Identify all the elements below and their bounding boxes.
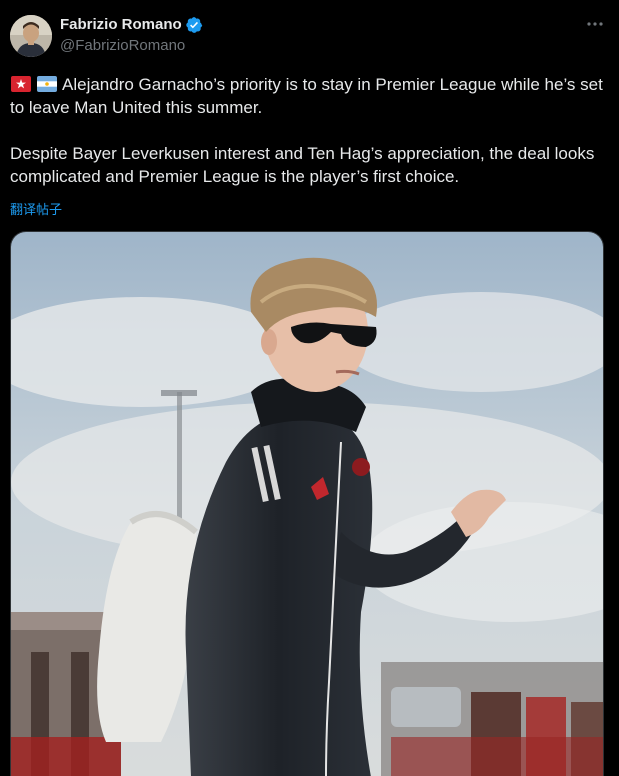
author-name-row[interactable]: Fabrizio Romano	[60, 16, 203, 34]
more-options-button[interactable]	[585, 14, 605, 34]
verified-badge-icon	[185, 17, 202, 33]
more-horizontal-icon	[587, 22, 603, 26]
author-name[interactable]: Fabrizio Romano	[60, 16, 182, 34]
tweet: Fabrizio Romano @FabrizioRomano Alejandr…	[0, 0, 619, 776]
author-handle[interactable]: @FabrizioRomano	[60, 37, 185, 55]
tweet-photo[interactable]	[10, 231, 604, 776]
tweet-text: Alejandro Garnacho’s priority is to stay…	[10, 73, 610, 188]
tweet-paragraph-2: Despite Bayer Leverkusen interest and Te…	[10, 144, 595, 186]
translate-post-link[interactable]: 翻译帖子	[10, 202, 62, 218]
tweet-paragraph-1: Alejandro Garnacho’s priority is to stay…	[10, 75, 603, 117]
photo-image	[11, 232, 603, 776]
author-avatar[interactable]	[10, 15, 52, 57]
avatar-image	[10, 15, 52, 57]
